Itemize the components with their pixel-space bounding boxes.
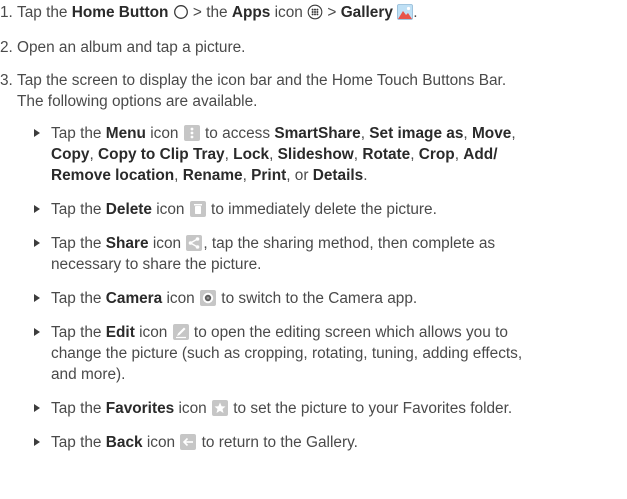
manual-page: 1. Tap the Home Button > the Apps icon >…: [0, 0, 627, 499]
step-text: Open an album and tap a picture.: [17, 39, 246, 56]
apps-grid-icon: [307, 4, 323, 20]
favorites-icon: [212, 400, 228, 416]
step-number: 1.: [0, 4, 13, 21]
bullet-menu: Tap the Menu icon to access SmartShare, …: [34, 123, 624, 186]
bullet-arrow-icon: [34, 404, 40, 412]
bullet-text: Tap the Delete icon to immediately delet…: [51, 201, 437, 218]
menu-icon: [183, 125, 200, 141]
camera-icon: [200, 290, 217, 306]
back-icon: [180, 434, 197, 450]
bullet-arrow-icon: [34, 129, 40, 137]
step-number: 2.: [0, 39, 13, 56]
bullet-share: Tap the Share icon , tap the sharing met…: [34, 233, 624, 275]
apps-label: Apps: [231, 4, 271, 21]
home-button-label: Home Button: [71, 4, 169, 21]
bullet-text: Tap the Camera icon to switch to the Cam…: [51, 290, 418, 307]
bullet-arrow-icon: [34, 294, 40, 302]
bullet-text: Tap the Menu icon to access SmartShare, …: [51, 125, 516, 184]
edit-icon: [172, 324, 189, 340]
bullet-arrow-icon: [34, 239, 40, 247]
bullet-text: Tap the Back icon to return to the Galle…: [51, 434, 358, 451]
bullet-arrow-icon: [34, 328, 40, 336]
step-1: 1. Tap the Home Button > the Apps icon >…: [0, 2, 620, 23]
gallery-label: Gallery: [340, 4, 393, 21]
share-icon: [186, 235, 203, 251]
delete-icon: [189, 201, 206, 217]
bullet-camera: Tap the Camera icon to switch to the Cam…: [34, 288, 624, 309]
step-text: Tap the Home Button > the Apps icon > Ga…: [17, 4, 418, 21]
bullet-favorites: Tap the Favorites icon to set the pictur…: [34, 398, 624, 419]
bullet-edit: Tap the Edit icon to open the editing sc…: [34, 322, 624, 385]
gallery-icon: [397, 4, 414, 20]
bullet-arrow-icon: [34, 205, 40, 213]
bullet-text: Tap the Edit icon to open the editing sc…: [51, 324, 523, 383]
bullet-arrow-icon: [34, 438, 40, 446]
step-text: Tap the screen to display the icon bar a…: [17, 72, 507, 110]
home-circle-icon: [173, 5, 188, 19]
step-number: 3.: [0, 72, 13, 89]
bullet-text: Tap the Favorites icon to set the pictur…: [51, 400, 513, 417]
bullet-text: Tap the Share icon , tap the sharing met…: [51, 235, 496, 273]
bullet-back: Tap the Back icon to return to the Galle…: [34, 432, 624, 453]
bullet-delete: Tap the Delete icon to immediately delet…: [34, 199, 624, 220]
step-2: 2. Open an album and tap a picture.: [0, 37, 620, 58]
step-3: 3. Tap the screen to display the icon ba…: [0, 70, 620, 112]
